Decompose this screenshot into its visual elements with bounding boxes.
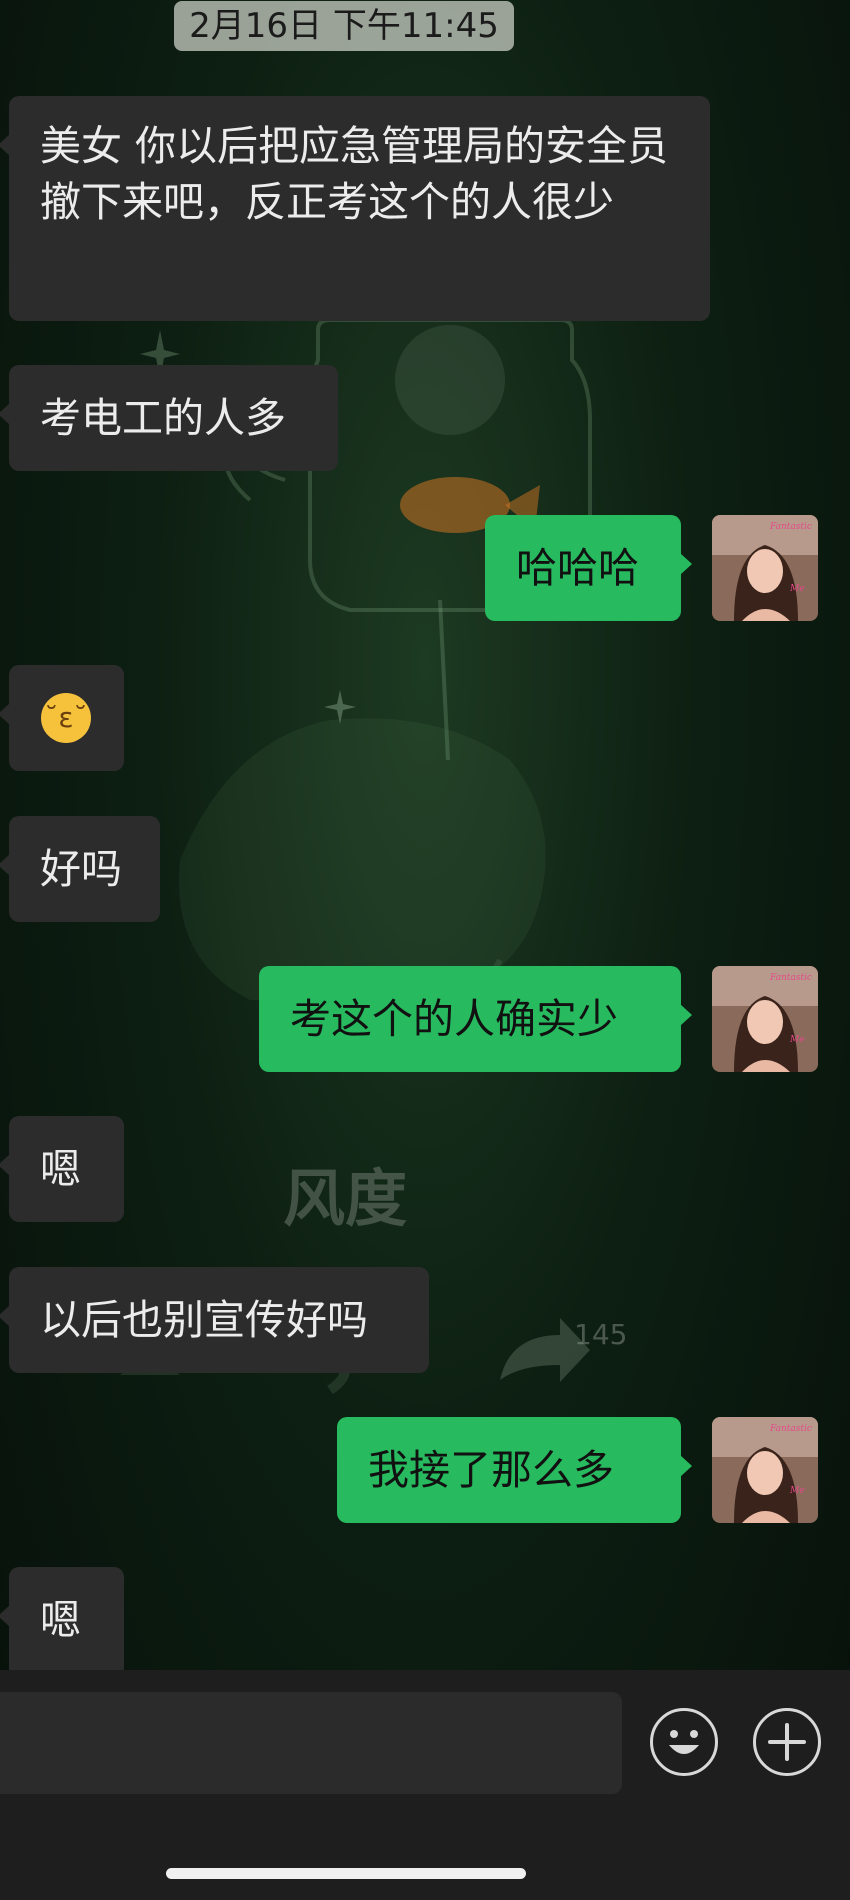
user-avatar[interactable]: Fantastic Me: [712, 1417, 818, 1523]
user-avatar[interactable]: Fantastic Me: [712, 966, 818, 1072]
message-bubble-incoming[interactable]: 考电工的人多: [0, 365, 338, 471]
message-text: 好吗: [40, 845, 122, 893]
message-bubble-outgoing[interactable]: 哈哈哈: [485, 515, 692, 621]
user-avatar[interactable]: Fantastic Me: [712, 515, 818, 621]
message-bubble-outgoing[interactable]: 我接了那么多: [337, 1417, 692, 1523]
message-bubble-incoming[interactable]: 好吗: [0, 816, 160, 922]
message-text: 我接了那么多: [368, 1446, 614, 1494]
message-bubble-incoming[interactable]: 嗯: [0, 1567, 124, 1670]
message-text: 考这个的人确实少: [290, 995, 618, 1043]
avatar-overlay-text: Me: [789, 584, 805, 594]
watermark-text: 风度: [283, 1162, 408, 1235]
message-bubble-incoming[interactable]: 以后也别宣传好吗: [0, 1267, 429, 1373]
message-text: 考电工的人多: [40, 394, 286, 442]
avatar-overlay-text: Me: [789, 1486, 805, 1496]
message-input[interactable]: [0, 1692, 622, 1794]
message-text: 以后也别宣传好吗: [40, 1296, 368, 1344]
avatar-overlay-text: Me: [789, 1035, 805, 1045]
message-text: 美女 你以后把应急管理局的安全员撤下来吧，反正考这个的人很少: [40, 122, 669, 226]
avatar-overlay-text: Fantastic: [769, 973, 812, 983]
message-timestamp: 2月16日 下午11:45: [174, 1, 514, 51]
message-bubble-incoming[interactable]: ˘ε˘: [0, 665, 124, 771]
avatar-overlay-text: Fantastic: [769, 1424, 812, 1434]
message-bubble-incoming[interactable]: 嗯: [0, 1116, 124, 1222]
home-indicator[interactable]: [166, 1868, 526, 1879]
message-bubble-outgoing[interactable]: 考这个的人确实少: [259, 966, 692, 1072]
message-bubble-incoming[interactable]: 美女 你以后把应急管理局的安全员撤下来吧，反正考这个的人很少: [0, 96, 710, 321]
kissing-face-emoji-icon: ˘ε˘: [41, 693, 91, 743]
message-text: 嗯: [40, 1596, 81, 1644]
watermark-share-count: 145: [574, 1318, 628, 1351]
message-text: 嗯: [40, 1145, 81, 1193]
avatar-overlay-text: Fantastic: [769, 522, 812, 532]
smiley-face-icon[interactable]: [650, 1708, 718, 1776]
plus-circle-icon[interactable]: [753, 1708, 821, 1776]
message-text: 哈哈哈: [516, 544, 639, 592]
